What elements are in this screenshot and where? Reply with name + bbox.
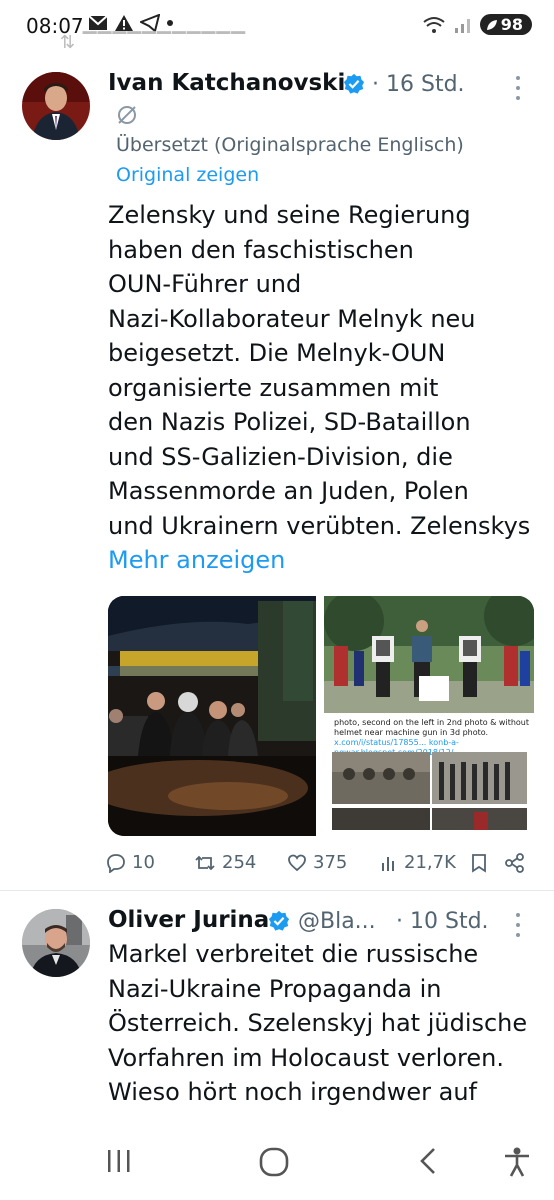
bookmark-icon[interactable] (470, 853, 488, 873)
share-icon[interactable] (504, 852, 526, 874)
avatar[interactable] (22, 72, 90, 140)
show-original-link[interactable]: Original zeigen (116, 164, 259, 186)
tweet-media[interactable]: photo, second on the left in 2nd photo &… (108, 596, 534, 836)
back-icon[interactable] (414, 1146, 444, 1176)
tweet[interactable]: Oliver Jurina @Bla... · 10 Std. Markel v… (0, 891, 554, 1121)
translated-label: Übersetzt (Originalsprache Englisch) (116, 134, 464, 156)
tweet[interactable]: Ivan Katchanovski · 16 Std. Übersetzt (O… (0, 0, 554, 890)
media-photo-honor-guard[interactable] (324, 596, 534, 713)
tweet-time: · 16 Std. (372, 72, 465, 97)
tweet-time-value: 10 Std. (410, 909, 489, 934)
verified-badge-icon (268, 910, 290, 931)
system-navigation-bar (0, 1130, 554, 1200)
media-photo-ceremony[interactable] (108, 596, 316, 836)
author-handle[interactable]: @Bla... (298, 909, 376, 934)
tweet-time-value: 16 Std. (386, 72, 465, 97)
verified-badge-icon (343, 73, 365, 94)
like-count: 375 (313, 852, 348, 873)
like-button[interactable]: 375 (287, 852, 347, 873)
embedded-caption: photo, second on the left in 2nd photo &… (334, 718, 530, 737)
reply-icon (107, 853, 125, 873)
accessibility-icon[interactable] (502, 1146, 532, 1178)
repost-count: 254 (222, 852, 257, 873)
reply-button[interactable]: 10 (106, 852, 155, 873)
tweet-text: Zelensky und seine Regierung haben den f… (108, 201, 531, 540)
more-options-icon[interactable] (516, 76, 522, 100)
media-screenshot-archive[interactable]: photo, second on the left in 2nd photo &… (324, 716, 534, 836)
heart-icon (288, 854, 306, 871)
recent-apps-icon[interactable] (104, 1146, 134, 1176)
translate-icon (118, 106, 136, 124)
reply-count: 10 (132, 852, 155, 873)
author-name[interactable]: Ivan Katchanovski (108, 70, 345, 96)
home-icon[interactable] (258, 1146, 290, 1178)
views-icon (382, 856, 394, 871)
avatar[interactable] (22, 909, 90, 977)
tweet-time: · 10 Std. (396, 909, 489, 934)
repost-icon (195, 855, 215, 870)
views-button[interactable]: 21,7K (380, 852, 456, 873)
show-more-link[interactable]: Mehr anzeigen (108, 546, 285, 574)
more-options-icon[interactable] (516, 913, 522, 937)
author-name[interactable]: Oliver Jurina (108, 907, 269, 933)
repost-button[interactable]: 254 (194, 852, 256, 873)
tweet-text: Markel verbreitet die russische Nazi-Ukr… (108, 940, 528, 1106)
views-count: 21,7K (404, 852, 456, 873)
